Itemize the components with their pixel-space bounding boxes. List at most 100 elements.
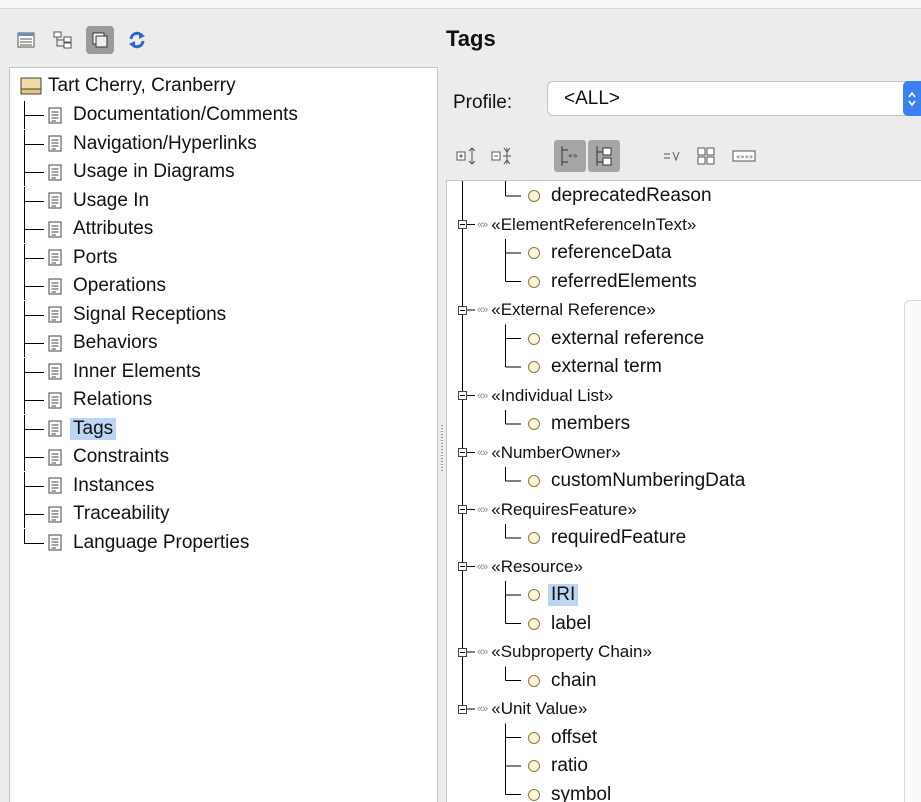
stereotype-icon: «» (477, 389, 488, 402)
show-tree-button[interactable] (588, 140, 620, 172)
stereotype-node[interactable]: «» «Subproperty Chain» (477, 638, 652, 666)
tags-toolbar: «» «»«» (455, 140, 785, 172)
tree-item[interactable]: Operations (19, 272, 169, 300)
collapse-toggle-icon[interactable] (458, 391, 467, 400)
stereotype-node[interactable]: «» «Resource» (477, 553, 583, 581)
tree-item-label: Tags (70, 417, 117, 440)
tree-item[interactable]: Relations (19, 386, 155, 414)
stereotype-node[interactable]: «» «Individual List» (477, 382, 613, 410)
tree-item[interactable]: Behaviors (19, 329, 161, 357)
split-grip[interactable] (441, 425, 443, 471)
tree-root[interactable]: Tart Cherry, Cranberry (20, 73, 236, 99)
tree-item[interactable]: Usage in Diagrams (19, 158, 238, 186)
tag-property-node[interactable]: external term (527, 353, 662, 381)
collapse-toggle-icon[interactable] (458, 647, 467, 657)
tree-item[interactable]: Documentation/Comments (19, 101, 301, 129)
tree-item[interactable]: Usage In (19, 186, 152, 215)
show-stereotypes-icon: «» (561, 146, 578, 166)
stereotype-node[interactable]: «» «RequiresFeature» (477, 496, 637, 524)
tag-property-icon (528, 475, 540, 487)
tag-property-node[interactable]: external reference (527, 325, 704, 353)
stereotype-node[interactable]: «» «External Reference» (477, 296, 656, 324)
grid-view-button[interactable] (694, 140, 718, 172)
collapse-all-button[interactable] (490, 140, 514, 172)
stereotype-node[interactable]: «» «NumberOwner» (477, 439, 621, 467)
vertical-scrollbar[interactable] (904, 300, 921, 802)
tag-property-node[interactable]: ratio (527, 752, 588, 780)
stereotype-filter-button[interactable]: «»«» (731, 140, 757, 172)
tag-property-icon (528, 674, 540, 687)
stereotype-icon: «» (477, 304, 488, 316)
stereotype-label: «ElementReferenceInText» (491, 214, 697, 234)
collapse-toggle-icon[interactable] (458, 448, 467, 457)
document-icon (48, 534, 62, 551)
tag-property-label: referenceData (551, 242, 672, 263)
tree-connector (19, 215, 45, 243)
tag-property-label: label (551, 612, 592, 634)
tag-property-node[interactable]: deprecatedReason (527, 182, 712, 210)
refresh-button[interactable] (123, 26, 151, 54)
tag-property-label: members (551, 413, 631, 434)
tree-item-label: Usage In (73, 189, 150, 211)
tag-property-icon (528, 190, 540, 202)
tag-property-node[interactable]: symbol (527, 781, 611, 802)
tag-property-icon (528, 788, 540, 801)
tag-property-node[interactable]: referenceData (527, 239, 671, 267)
tag-property-node[interactable]: IRI (527, 581, 579, 609)
tree-item[interactable]: Language Properties (19, 528, 252, 557)
table-view-icon (17, 32, 35, 48)
tree-item[interactable]: Attributes (19, 215, 156, 243)
show-stereotypes-button[interactable]: «» (554, 140, 586, 172)
stereotype-filter-icon: «»«» (732, 150, 756, 162)
tag-property-node[interactable]: offset (527, 724, 597, 752)
stereotype-label: «Subproperty Chain» (491, 642, 652, 661)
tree-item[interactable]: Signal Receptions (19, 300, 229, 329)
collapse-toggle-icon[interactable] (458, 305, 467, 315)
tree-connector (19, 414, 45, 443)
svg-text:«»«»: «»«» (736, 153, 753, 161)
tag-property-node[interactable]: label (527, 610, 591, 638)
collapse-toggle-icon[interactable] (458, 704, 467, 714)
profile-select[interactable]: <ALL> (547, 81, 921, 116)
tag-property-node[interactable]: customNumberingData (527, 467, 745, 495)
tag-property-icon (528, 418, 540, 430)
tree-item[interactable]: Traceability (19, 500, 172, 528)
stereotype-icon: «» (477, 503, 488, 516)
table-view-button[interactable] (12, 26, 40, 54)
document-icon (48, 363, 62, 380)
tag-property-icon (528, 361, 540, 373)
stereotype-node[interactable]: «» «ElementReferenceInText» (477, 211, 696, 239)
tag-property-node[interactable]: referredElements (527, 268, 697, 296)
stereotype-node[interactable]: «» «Unit Value» (477, 695, 587, 723)
tree-item[interactable]: Constraints (19, 443, 172, 471)
tag-property-node[interactable]: requiredFeature (527, 524, 686, 552)
tree-item[interactable]: Instances (19, 471, 157, 500)
tree-item[interactable]: Tags (19, 414, 117, 443)
tag-property-node[interactable]: chain (527, 667, 596, 695)
profile-select-arrow[interactable] (903, 81, 921, 116)
document-icon (48, 306, 62, 323)
collapse-toggle-icon[interactable] (458, 220, 467, 229)
collapse-toggle-icon[interactable] (458, 505, 467, 514)
tag-property-label: requiredFeature (551, 527, 687, 548)
tree-view-icon (53, 31, 72, 49)
stereotype-label: «Individual List» (491, 385, 614, 405)
stereotype-label: «RequiresFeature» (491, 499, 637, 519)
tag-property-icon (528, 617, 540, 630)
left-tree-panel[interactable]: Tart Cherry, Cranberry Documentation/Com… (9, 67, 438, 802)
tree-item[interactable]: Ports (19, 243, 120, 272)
stereotype-icon: «» (477, 560, 488, 573)
tags-tree-panel[interactable]: deprecatedReason «» «ElementReferenceInTex… (446, 180, 921, 802)
tree-item[interactable]: Navigation/Hyperlinks (19, 129, 260, 158)
tree-item-label: Signal Receptions (73, 303, 227, 325)
tree-view-button[interactable] (49, 26, 77, 54)
tag-property-icon (528, 760, 540, 772)
expand-all-button[interactable] (455, 140, 479, 172)
equals-value-button[interactable] (661, 140, 685, 172)
document-icon (48, 192, 62, 209)
tag-property-node[interactable]: members (527, 410, 630, 438)
collapse-toggle-icon[interactable] (458, 562, 467, 571)
equals-value-icon (664, 151, 680, 162)
tree-item[interactable]: Inner Elements (19, 357, 204, 386)
window-toggle-button[interactable] (86, 26, 114, 54)
